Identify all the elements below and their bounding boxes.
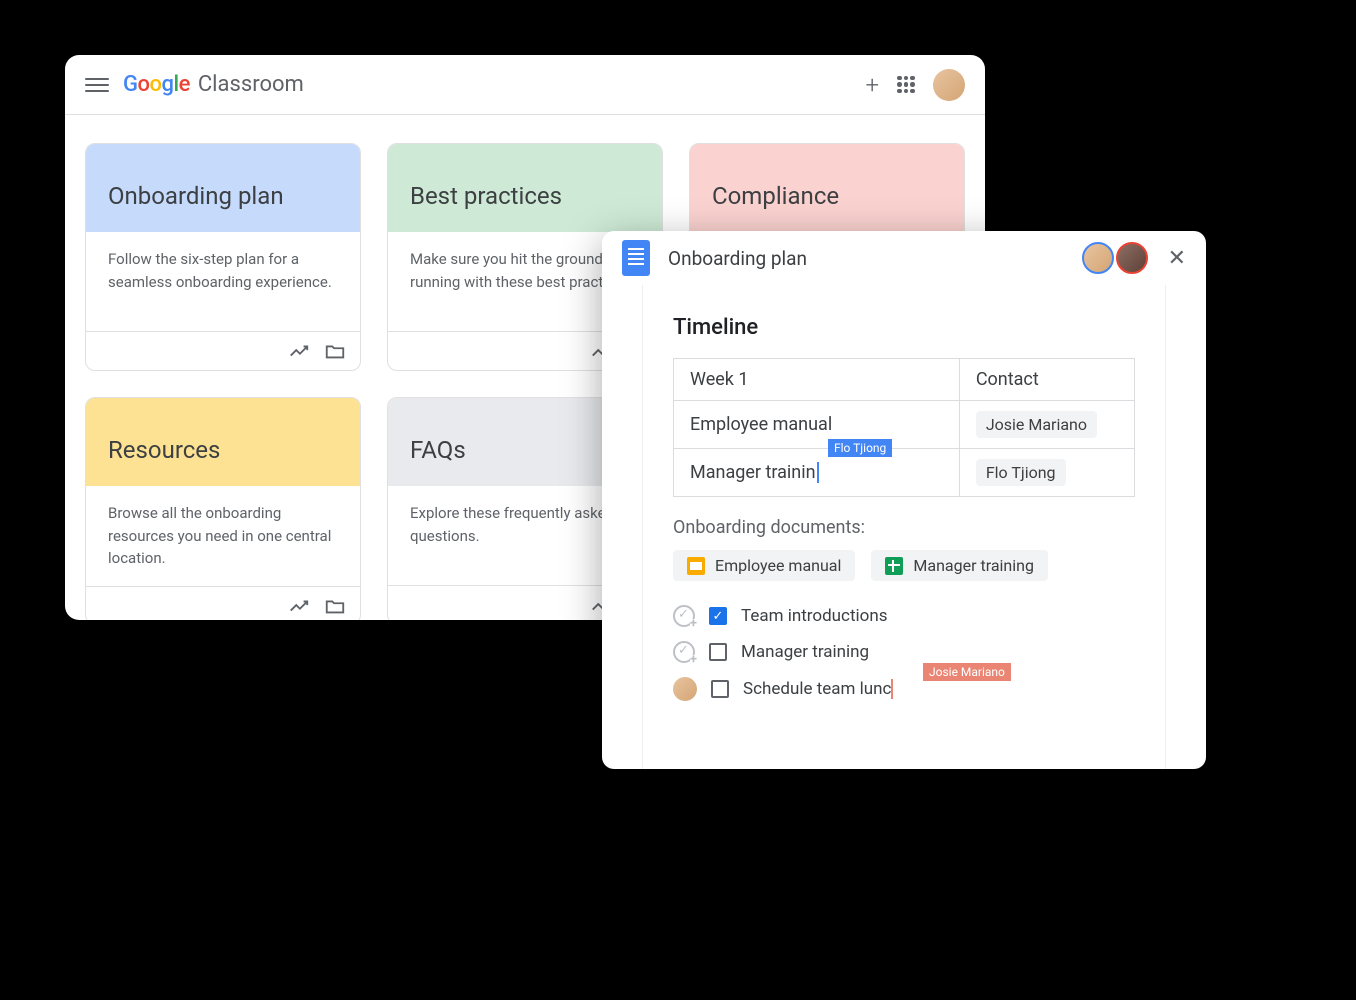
collaborator-avatar[interactable]: [1116, 242, 1148, 274]
docs-app-icon: [622, 240, 650, 276]
checkbox-icon[interactable]: [709, 643, 727, 661]
checklist-item[interactable]: Manager training: [673, 641, 1135, 663]
card-title: Compliance: [690, 144, 964, 232]
contact-chip[interactable]: Flo Tjiong: [976, 459, 1066, 486]
card-title: Best practices: [388, 144, 662, 232]
timeline-table: Week 1 Contact Employee manual Josie Mar…: [673, 358, 1135, 497]
app-name: Classroom: [198, 72, 304, 97]
classroom-header: Google Classroom +: [65, 55, 985, 115]
table-header[interactable]: Week 1: [674, 359, 960, 401]
sheets-icon: [885, 557, 903, 575]
account-avatar[interactable]: [933, 69, 965, 101]
docs-window: Onboarding plan ✕ Timeline Week 1 Contac…: [602, 231, 1206, 769]
doc-link-sheets[interactable]: Manager training: [871, 550, 1048, 581]
class-card-resources[interactable]: Resources Browse all the onboarding reso…: [85, 397, 361, 620]
card-desc: Follow the six-step plan for a seamless …: [86, 232, 360, 331]
apps-icon[interactable]: [897, 76, 915, 94]
checklist: ✓ Team introductions Manager training Sc…: [673, 605, 1135, 701]
assign-icon[interactable]: [673, 605, 695, 627]
slides-icon: [687, 557, 705, 575]
card-title: Resources: [86, 398, 360, 486]
section-heading: Timeline: [673, 315, 1135, 340]
docs-title: Onboarding plan: [668, 247, 807, 270]
table-cell[interactable]: Manager trainin Flo Tjiong: [674, 449, 960, 497]
google-logo: Google: [123, 72, 190, 97]
card-desc: Browse all the onboarding resources you …: [86, 486, 360, 586]
assign-icon[interactable]: [673, 641, 695, 663]
docs-page: Timeline Week 1 Contact Employee manual …: [642, 285, 1166, 769]
table-cell[interactable]: Employee manual: [674, 401, 960, 449]
table-header[interactable]: Contact: [959, 359, 1134, 401]
card-title: Onboarding plan: [86, 144, 360, 232]
trending-icon[interactable]: [288, 595, 310, 617]
docs-header: Onboarding plan ✕: [602, 231, 1206, 285]
menu-icon[interactable]: [85, 73, 109, 97]
trending-icon[interactable]: [288, 340, 310, 362]
class-card-onboarding[interactable]: Onboarding plan Follow the six-step plan…: [85, 143, 361, 371]
checklist-label: Schedule team lunc: [743, 679, 898, 699]
checklist-item[interactable]: Schedule team lunc Josie Mariano: [673, 677, 1135, 701]
collab-cursor-tag: Josie Mariano: [923, 663, 1011, 681]
collaborator-avatar[interactable]: [1082, 242, 1114, 274]
checkbox-icon[interactable]: ✓: [709, 607, 727, 625]
table-cell[interactable]: Flo Tjiong: [959, 449, 1134, 497]
doc-link-slides[interactable]: Employee manual: [673, 550, 855, 581]
checklist-label: Manager training: [741, 642, 869, 662]
checklist-item[interactable]: ✓ Team introductions: [673, 605, 1135, 627]
onboarding-docs-label: Onboarding documents:: [673, 517, 1135, 538]
folder-icon[interactable]: [324, 595, 346, 617]
create-icon[interactable]: +: [865, 71, 879, 99]
close-icon[interactable]: ✕: [1168, 246, 1186, 271]
table-cell[interactable]: Josie Mariano: [959, 401, 1134, 449]
assignee-avatar[interactable]: [673, 677, 697, 701]
checkbox-icon[interactable]: [711, 680, 729, 698]
logo: Google Classroom: [123, 72, 304, 97]
collab-cursor-tag: Flo Tjiong: [828, 439, 892, 457]
contact-chip[interactable]: Josie Mariano: [976, 411, 1097, 438]
checklist-label: Team introductions: [741, 606, 888, 626]
folder-icon[interactable]: [324, 340, 346, 362]
